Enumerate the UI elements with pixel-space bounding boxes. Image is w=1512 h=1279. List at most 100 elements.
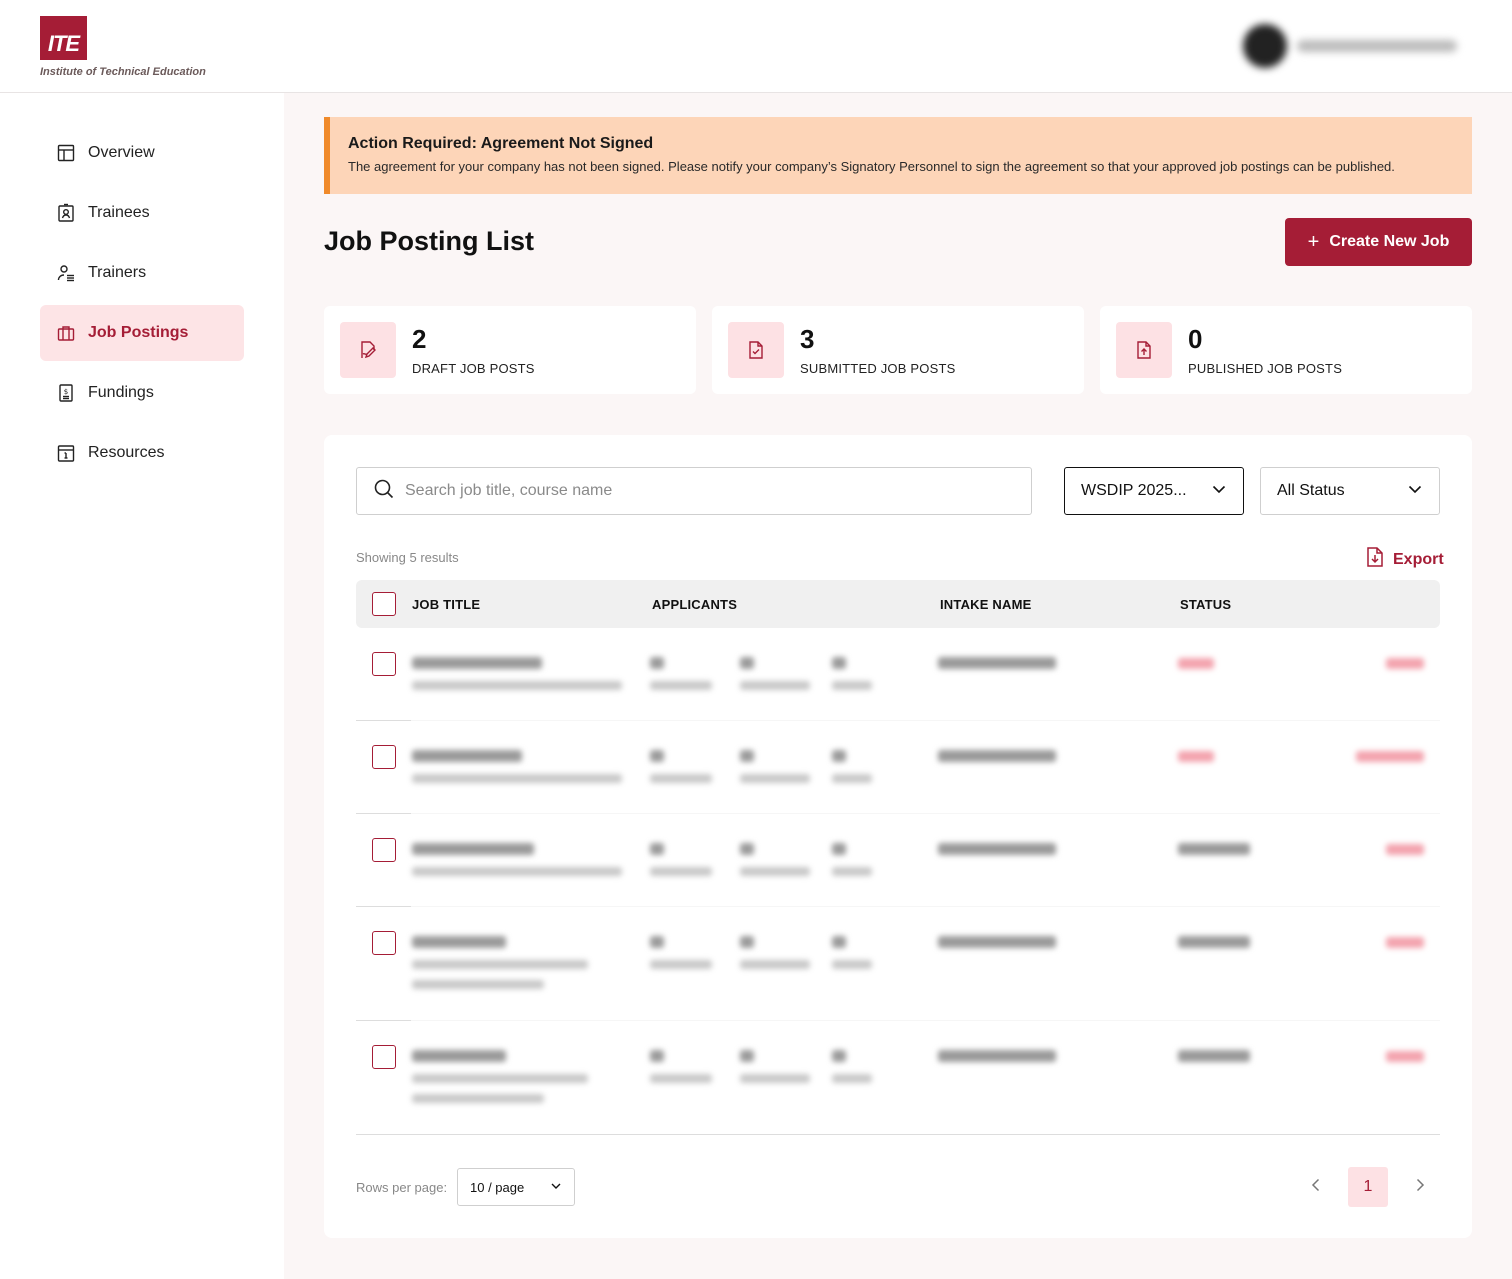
logo-text: Institute of Technical Education (40, 66, 206, 78)
search-input[interactable] (405, 482, 1005, 500)
table-row[interactable] (356, 907, 1440, 1021)
redacted-job-title (412, 657, 542, 669)
chevron-right-icon (1412, 1177, 1428, 1198)
redacted-status (1178, 843, 1250, 855)
redacted-job-title (412, 1050, 506, 1062)
select-all-checkbox[interactable] (372, 592, 396, 616)
user-list-icon (56, 263, 76, 283)
row-checkbox[interactable] (372, 931, 396, 955)
intake-select[interactable]: WSDIP 2025... (1064, 467, 1244, 515)
results-count: Showing 5 results (356, 550, 459, 565)
previous-page-button[interactable] (1306, 1177, 1326, 1197)
sidebar-item-overview[interactable]: Overview (40, 125, 244, 181)
column-header-applicants[interactable]: APPLICANTS (652, 597, 737, 612)
sidebar-item-trainees[interactable]: Trainees (40, 185, 244, 241)
search-box[interactable] (356, 467, 1032, 515)
intake-select-value: WSDIP 2025... (1081, 482, 1187, 499)
redacted-action[interactable] (1386, 1051, 1424, 1062)
redacted-status (1178, 751, 1214, 762)
redacted-action[interactable] (1386, 658, 1424, 669)
ite-logo[interactable]: ITE Institute of Technical Education (40, 16, 206, 78)
redacted-shortlisted-label (740, 774, 810, 783)
alert-title: Action Required: Agreement Not Signed (348, 135, 654, 152)
create-new-job-button[interactable]: + Create New Job (1285, 218, 1472, 266)
check-document-icon (728, 322, 784, 378)
redacted-shortlisted-label (740, 960, 810, 969)
rows-per-page-label: Rows per page: (356, 1180, 448, 1195)
table-row[interactable] (356, 1021, 1440, 1121)
table-bottom-divider (356, 1134, 1440, 1135)
sidebar-item-trainers[interactable]: Trainers (40, 245, 244, 301)
row-checkbox[interactable] (372, 745, 396, 769)
sidebar-item-label: Fundings (88, 384, 154, 401)
redacted-applicants (650, 843, 664, 855)
upload-document-icon (1116, 322, 1172, 378)
user-profile-menu[interactable] (1243, 22, 1473, 70)
redacted-hired (832, 657, 846, 669)
next-page-button[interactable] (1410, 1177, 1430, 1197)
export-label: Export (1393, 550, 1444, 568)
export-button[interactable]: Export (1366, 547, 1444, 572)
redacted-shortlisted (740, 1050, 754, 1062)
search-icon (373, 478, 395, 505)
sidebar-item-job-postings[interactable]: Job Postings (40, 305, 244, 361)
plus-icon: + (1307, 231, 1320, 253)
redacted-hired (832, 1050, 846, 1062)
sidebar-item-fundings[interactable]: $ Fundings (40, 365, 244, 421)
table-row[interactable] (356, 628, 1440, 721)
redacted-job-title (412, 843, 534, 855)
redacted-course-name (412, 960, 588, 969)
redacted-hired-label (832, 960, 872, 969)
redacted-course-name-line2 (412, 1094, 544, 1103)
chevron-down-icon (1211, 481, 1227, 502)
redacted-action[interactable] (1386, 937, 1424, 948)
column-header-job-title[interactable]: JOB TITLE (412, 597, 480, 612)
redacted-hired (832, 843, 846, 855)
stat-label: SUBMITTED JOB POSTS (800, 361, 956, 376)
status-select-value: All Status (1277, 482, 1345, 499)
table-row[interactable] (356, 721, 1440, 814)
table-header: JOB TITLE APPLICANTS INTAKE NAME STATUS (356, 580, 1440, 628)
row-checkbox[interactable] (372, 838, 396, 862)
redacted-intake (938, 657, 1056, 669)
redacted-intake (938, 750, 1056, 762)
page-number-current[interactable]: 1 (1348, 1167, 1388, 1207)
redacted-hired-label (832, 681, 872, 690)
status-select[interactable]: All Status (1260, 467, 1440, 515)
stat-label: PUBLISHED JOB POSTS (1188, 361, 1343, 376)
redacted-course-name (412, 1074, 588, 1083)
column-header-status[interactable]: STATUS (1180, 597, 1231, 612)
redacted-shortlisted (740, 936, 754, 948)
redacted-course-name (412, 867, 622, 876)
logo-mark: ITE (40, 16, 87, 60)
page-size-select[interactable]: 10 / page (457, 1168, 575, 1206)
redacted-job-title (412, 750, 522, 762)
page-size-value: 10 / page (470, 1179, 525, 1195)
sidebar-item-label: Trainers (88, 264, 147, 281)
redacted-action[interactable] (1386, 844, 1424, 855)
money-receipt-icon: $ (56, 383, 76, 403)
user-name-blurred (1297, 40, 1457, 52)
agreement-alert: Action Required: Agreement Not Signed Th… (324, 117, 1472, 194)
redacted-action[interactable] (1356, 751, 1424, 762)
chevron-down-icon (550, 1180, 562, 1195)
column-header-intake-name[interactable]: INTAKE NAME (940, 597, 1032, 612)
redacted-status (1178, 1050, 1250, 1062)
sidebar-item-resources[interactable]: Resources (40, 425, 244, 481)
info-calendar-icon (56, 443, 76, 463)
alert-message: The agreement for your company has not b… (348, 159, 1395, 174)
table-row[interactable] (356, 814, 1440, 907)
row-checkbox[interactable] (372, 1045, 396, 1069)
redacted-shortlisted-label (740, 1074, 810, 1083)
stat-card-draft: 2 DRAFT JOB POSTS (324, 306, 696, 394)
svg-text:$: $ (64, 388, 68, 396)
layout-icon (56, 143, 76, 163)
sidebar-item-label: Trainees (88, 204, 150, 221)
redacted-applicants-label (650, 960, 712, 969)
sidebar: Overview Trainees Trainers Job Postings … (0, 93, 284, 1279)
edit-document-icon (340, 322, 396, 378)
row-checkbox[interactable] (372, 652, 396, 676)
redacted-shortlisted (740, 843, 754, 855)
create-button-label: Create New Job (1329, 233, 1450, 250)
job-list-panel: WSDIP 2025... All Status Showing 5 resul… (324, 435, 1472, 1238)
